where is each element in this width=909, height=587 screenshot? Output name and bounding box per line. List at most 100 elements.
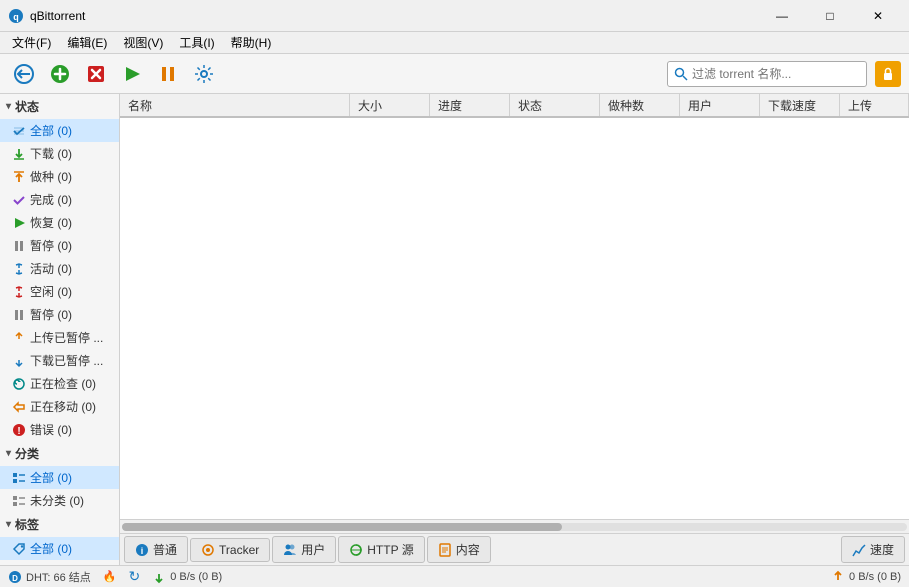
col-header-seeds[interactable]: 做种数 xyxy=(600,94,680,116)
play-button[interactable] xyxy=(116,58,148,90)
torrent-area: 名称 大小 进度 状态 做种数 用户 下载速度 上传 xyxy=(120,94,909,565)
sidebar-item-paused2-label: 暂停 (0) xyxy=(30,306,72,323)
close-button[interactable]: ✕ xyxy=(855,0,901,32)
sidebar-item-checking[interactable]: 正在检查 (0) xyxy=(0,372,119,395)
speed-button[interactable]: 速度 xyxy=(841,536,905,563)
seeding-icon xyxy=(12,170,26,184)
tab-tracker-label: Tracker xyxy=(219,543,259,557)
tab-users-label: 用户 xyxy=(301,541,325,558)
delete-button[interactable] xyxy=(80,58,112,90)
sidebar-item-paused[interactable]: 暂停 (0) xyxy=(0,234,119,257)
lock-button[interactable] xyxy=(875,61,901,87)
idle-icon xyxy=(12,285,26,299)
flame-status: 🔥 xyxy=(103,570,117,583)
menu-help[interactable]: 帮助(H) xyxy=(223,32,280,53)
sidebar-section-tags-label: 标签 xyxy=(15,516,39,533)
tab-http[interactable]: HTTP 源 xyxy=(338,536,424,563)
speed-label: 速度 xyxy=(870,541,894,558)
h-scrollbar[interactable] xyxy=(120,519,909,533)
settings-icon xyxy=(194,64,214,84)
delete-icon xyxy=(86,64,106,84)
sidebar-item-download-paused[interactable]: 下载已暂停 ... xyxy=(0,349,119,372)
tab-tracker[interactable]: Tracker xyxy=(190,538,270,562)
chevron-tags: ▾ xyxy=(6,519,11,530)
cat-all-icon xyxy=(12,471,26,485)
sidebar-item-tag-all[interactable]: 全部 (0) xyxy=(0,537,119,560)
menu-edit[interactable]: 编辑(E) xyxy=(59,32,115,53)
col-header-status[interactable]: 状态 xyxy=(510,94,600,116)
tab-general[interactable]: i 普通 xyxy=(124,536,188,563)
minimize-button[interactable]: — xyxy=(759,0,805,32)
sidebar-item-active-label: 活动 (0) xyxy=(30,260,72,277)
col-header-ul[interactable]: 上传 xyxy=(840,94,909,116)
back-button[interactable] xyxy=(8,58,40,90)
menu-tools[interactable]: 工具(I) xyxy=(171,32,222,53)
tab-content-label: 内容 xyxy=(456,541,480,558)
col-header-dl[interactable]: 下载速度 xyxy=(760,94,840,116)
settings-button[interactable] xyxy=(188,58,220,90)
scrollbar-thumb[interactable] xyxy=(122,523,562,531)
sidebar-item-seeding[interactable]: 做种 (0) xyxy=(0,165,119,188)
torrent-list[interactable] xyxy=(120,118,909,519)
sidebar-item-active[interactable]: 活动 (0) xyxy=(0,257,119,280)
sidebar-item-resumed[interactable]: 恢复 (0) xyxy=(0,211,119,234)
col-header-progress[interactable]: 进度 xyxy=(430,94,510,116)
sidebar-item-downloading[interactable]: 下载 (0) xyxy=(0,142,119,165)
col-header-users[interactable]: 用户 xyxy=(680,94,760,116)
bottom-tabs: i 普通 Tracker 用户 HTTP 源 xyxy=(120,533,909,565)
scrollbar-track[interactable] xyxy=(122,523,907,531)
sidebar-section-tags[interactable]: ▾ 标签 xyxy=(0,512,119,537)
pause-button[interactable] xyxy=(152,58,184,90)
general-tab-icon: i xyxy=(135,543,149,557)
http-tab-icon xyxy=(349,543,363,557)
dl-speed-status: 0 B/s (0 B) xyxy=(152,570,222,584)
sidebar-section-status[interactable]: ▾ 状态 xyxy=(0,94,119,119)
col-header-size[interactable]: 大小 xyxy=(350,94,430,116)
svg-text:i: i xyxy=(141,546,144,556)
svg-text:D: D xyxy=(12,574,18,583)
sidebar-item-cat-all[interactable]: 全部 (0) xyxy=(0,466,119,489)
lock-icon xyxy=(881,67,895,81)
app-icon: q xyxy=(8,8,24,24)
content-tab-icon xyxy=(438,543,452,557)
search-container xyxy=(667,61,867,87)
dht-text: DHT: 66 结点 xyxy=(26,569,91,585)
col-header-name[interactable]: 名称 xyxy=(120,94,350,116)
sidebar-item-paused-label: 暂停 (0) xyxy=(30,237,72,254)
menu-view[interactable]: 视图(V) xyxy=(115,32,171,53)
sidebar-item-idle[interactable]: 空闲 (0) xyxy=(0,280,119,303)
sidebar-section-category[interactable]: ▾ 分类 xyxy=(0,441,119,466)
sidebar-item-cat-none[interactable]: 未分类 (0) xyxy=(0,489,119,512)
sidebar-item-upload-paused[interactable]: 上传已暂停 ... xyxy=(0,326,119,349)
back-icon xyxy=(14,64,34,84)
maximize-button[interactable]: □ xyxy=(807,0,853,32)
sidebar-item-moving[interactable]: 正在移动 (0) xyxy=(0,395,119,418)
tab-content[interactable]: 内容 xyxy=(427,536,491,563)
sidebar-item-paused2[interactable]: 暂停 (0) xyxy=(0,303,119,326)
dht-icon: D xyxy=(8,570,22,584)
ul-speed-text: 0 B/s (0 B) xyxy=(849,571,901,583)
window-title: qBittorrent xyxy=(30,9,85,23)
sidebar-item-upload-paused-label: 上传已暂停 ... xyxy=(30,329,103,346)
add-torrent-button[interactable] xyxy=(44,58,76,90)
sidebar-item-completed[interactable]: 完成 (0) xyxy=(0,188,119,211)
tab-users[interactable]: 用户 xyxy=(272,536,336,563)
sidebar-item-error[interactable]: ! 错误 (0) xyxy=(0,418,119,441)
dl-speed-icon xyxy=(152,570,166,584)
sidebar-item-download-paused-label: 下载已暂停 ... xyxy=(30,352,103,369)
dht-status: D DHT: 66 结点 xyxy=(8,569,91,585)
menu-bar: 文件(F) 编辑(E) 视图(V) 工具(I) 帮助(H) xyxy=(0,32,909,54)
sidebar-item-cat-none-label: 未分类 (0) xyxy=(30,492,84,509)
users-tab-icon xyxy=(283,543,297,557)
search-input[interactable] xyxy=(692,67,852,81)
sidebar-item-tag-all-label: 全部 (0) xyxy=(30,540,72,557)
toolbar xyxy=(0,54,909,94)
error-icon: ! xyxy=(12,423,26,437)
menu-file[interactable]: 文件(F) xyxy=(4,32,59,53)
search-icon xyxy=(674,67,688,81)
paused-icon xyxy=(12,239,26,253)
sidebar-item-error-label: 错误 (0) xyxy=(30,421,72,438)
sidebar-section-category-label: 分类 xyxy=(15,445,39,462)
sidebar-item-cat-all-label: 全部 (0) xyxy=(30,469,72,486)
sidebar-item-all[interactable]: 全部 (0) xyxy=(0,119,119,142)
